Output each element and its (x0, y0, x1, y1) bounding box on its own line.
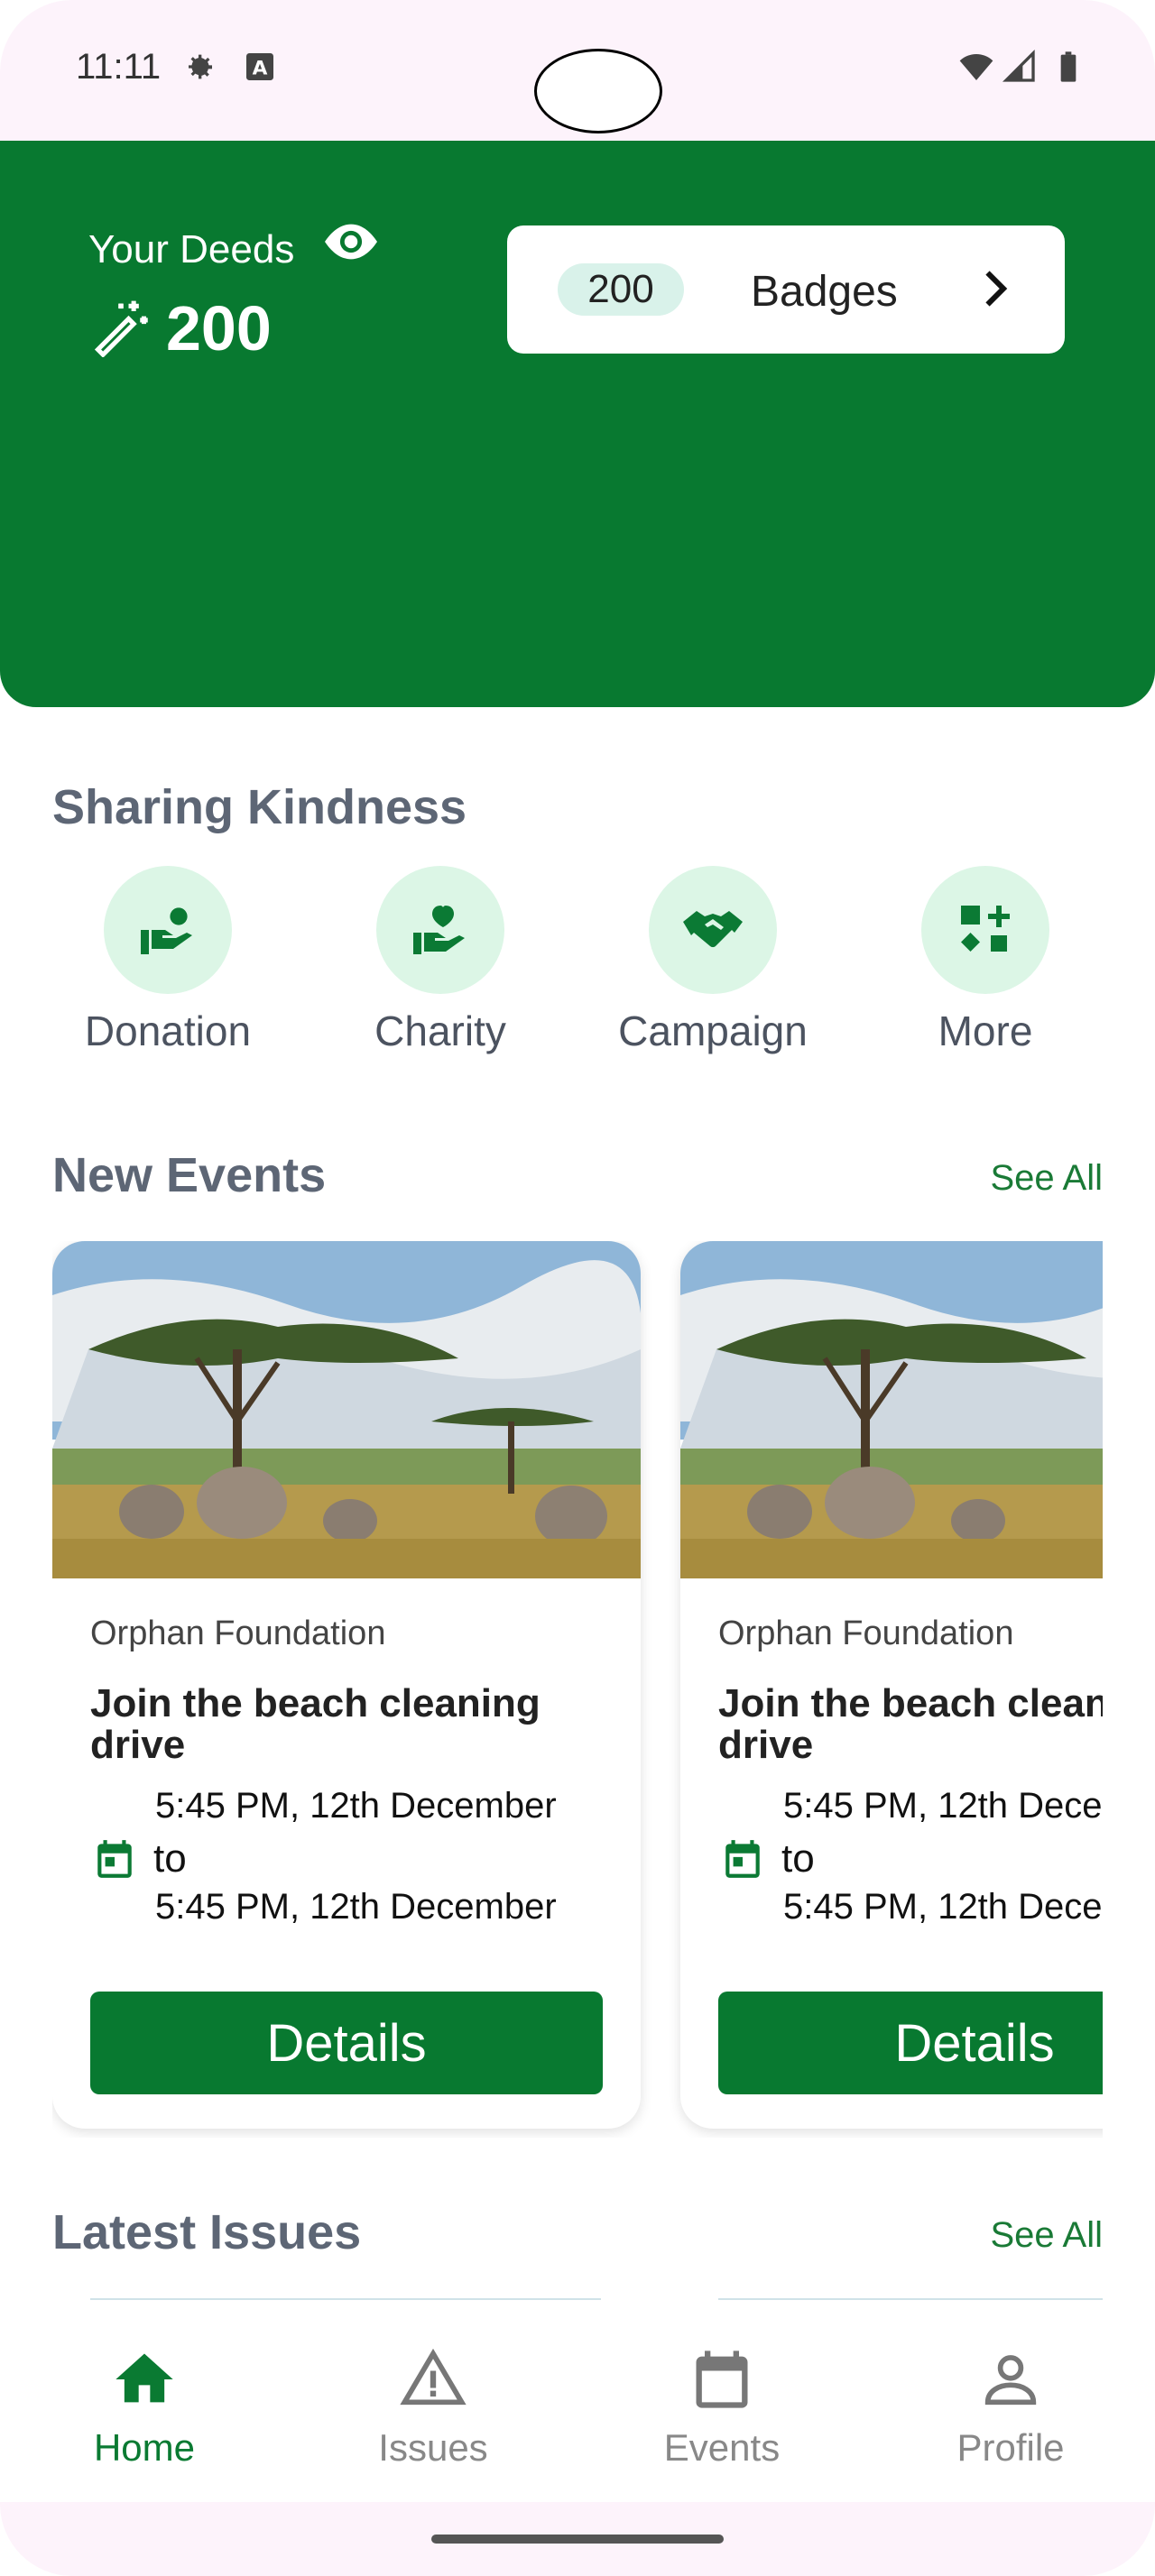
event-to-label: to (781, 1836, 815, 1881)
details-button[interactable]: Details (90, 1992, 603, 2094)
kindness-label: Campaign (618, 1007, 808, 1054)
kindness-icon-circle (104, 866, 232, 994)
event-end-time: 5:45 PM, 12th December (155, 1887, 557, 1927)
event-image-elephants (52, 1241, 641, 1578)
nav-issues[interactable]: Issues (343, 2345, 523, 2470)
details-button-label: Details (894, 2013, 1055, 2073)
svg-text:A: A (253, 57, 268, 79)
event-organizer: Orphan Foundation (90, 1615, 386, 1652)
event-start-time: 5:45 PM, 12th December (155, 1786, 557, 1826)
status-time: 11:11 (76, 47, 162, 87)
event-title: Join the beach cleaning drive (90, 1681, 541, 1767)
wifi-icon (959, 54, 993, 80)
kindness-label: Donation (84, 1007, 252, 1054)
kindness-icon-circle (376, 866, 504, 994)
event-start-time: 5:45 PM, 12th December (783, 1786, 1103, 1826)
event-title: Join the beach cleaning drive (718, 1681, 1103, 1767)
calendar-icon (97, 1840, 132, 1878)
event-image-elephants (680, 1241, 1103, 1578)
camera-cutout (534, 49, 662, 133)
nav-label: Events (663, 2426, 781, 2469)
settings-icon (189, 54, 212, 79)
nav-label: Issues (378, 2426, 488, 2469)
nav-home[interactable]: Home (54, 2345, 235, 2470)
bottom-navigation: Home Issues Events Profile (0, 2309, 1155, 2502)
calendar-icon (696, 2351, 748, 2408)
deeds-value: 200 (166, 293, 272, 363)
nav-label: Profile (956, 2426, 1065, 2469)
events-carousel[interactable]: Orphan Foundation Join the beach cleanin… (52, 1241, 1103, 2138)
event-to-label: to (153, 1836, 187, 1881)
kindness-item-charity[interactable]: Charity (323, 866, 558, 1055)
gesture-handle[interactable] (431, 2535, 724, 2544)
deeds-header: Your Deeds 200 200 Badges (0, 141, 1155, 707)
nav-profile[interactable]: Profile (920, 2345, 1101, 2470)
new-events-title: New Events (52, 1148, 327, 1202)
warning-triangle-icon (400, 2348, 467, 2406)
magic-wand-icon (94, 300, 148, 357)
issues-see-all-link[interactable]: See All (990, 2215, 1103, 2256)
badges-label: Badges (751, 268, 898, 316)
event-card[interactable]: Orphan Foundation Join the beach cleanin… (680, 1241, 1103, 2129)
nav-label: Home (93, 2426, 196, 2469)
your-deeds-label: Your Deeds (88, 227, 295, 271)
events-see-all-link[interactable]: See All (990, 1158, 1103, 1199)
chevron-right-icon (985, 271, 1008, 307)
battery-icon (1060, 51, 1076, 82)
kindness-item-campaign[interactable]: Campaign (596, 866, 830, 1055)
nav-events[interactable]: Events (632, 2345, 812, 2470)
kindness-item-more[interactable]: More (868, 866, 1103, 1055)
keyboard-a-icon: A (246, 53, 273, 80)
charity-heart-hand-icon (413, 906, 465, 954)
calendar-icon (725, 1840, 760, 1878)
event-end-time: 5:45 PM, 12th December (783, 1887, 1103, 1927)
sharing-kindness-grid: Donation Charity Campaign More (0, 866, 1155, 1073)
person-icon (984, 2355, 1037, 2406)
kindness-icon-circle (649, 866, 777, 994)
latest-issues-title: Latest Issues (52, 2205, 362, 2259)
donation-hand-icon (141, 907, 192, 954)
details-button[interactable]: Details (718, 1992, 1103, 2094)
kindness-label: Charity (374, 1007, 506, 1054)
details-button-label: Details (266, 2013, 427, 2073)
status-bar: 11:11 A (0, 0, 1155, 141)
badges-card[interactable]: 200 Badges (507, 225, 1065, 354)
more-apps-icon (961, 906, 1010, 952)
handshake-icon (683, 911, 743, 948)
sharing-kindness-title: Sharing Kindness (52, 780, 467, 834)
badges-count-pill: 200 (558, 263, 684, 316)
system-gesture-area (0, 2502, 1155, 2576)
kindness-label: More (938, 1007, 1033, 1054)
kindness-icon-circle (921, 866, 1049, 994)
kindness-item-donation[interactable]: Donation (51, 866, 285, 1055)
event-card[interactable]: Orphan Foundation Join the beach cleanin… (52, 1241, 641, 2129)
signal-icon (1002, 49, 1035, 82)
eye-icon[interactable] (325, 224, 377, 260)
issue-card-edge (90, 2298, 601, 2300)
badges-count: 200 (587, 267, 654, 311)
issue-card-edge (718, 2298, 1103, 2300)
event-organizer: Orphan Foundation (718, 1615, 1014, 1652)
home-icon (116, 2353, 173, 2403)
